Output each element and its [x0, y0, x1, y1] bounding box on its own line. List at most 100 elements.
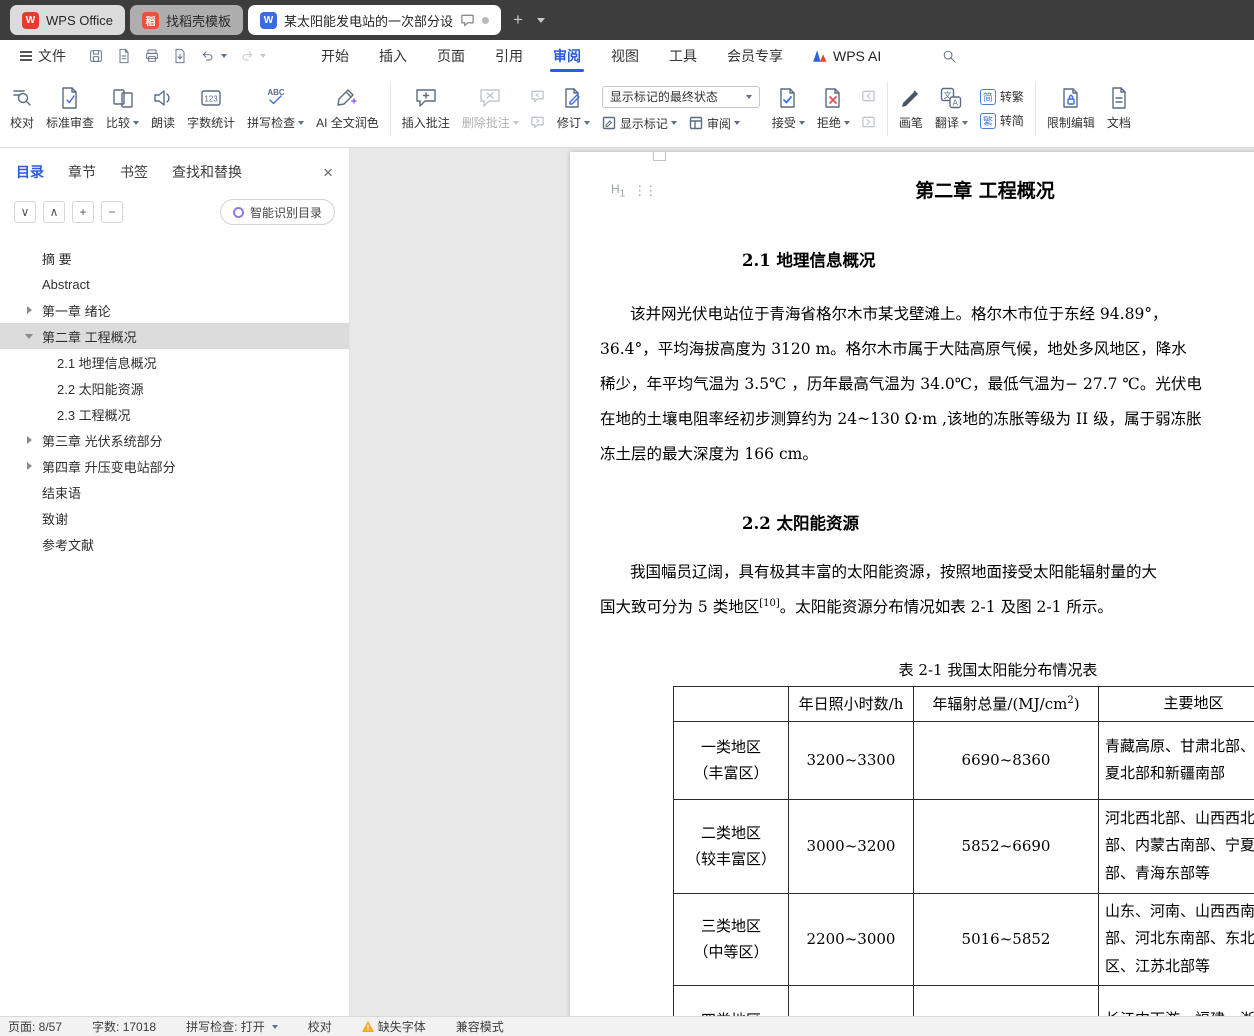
tab-member[interactable]: 会员专享 [712, 40, 798, 72]
document-tools-button-clipped[interactable]: 文档 [1101, 77, 1137, 141]
word-count-indicator[interactable]: 字数: 17018 [92, 1018, 156, 1035]
proofread-button[interactable]: 校对 [4, 77, 40, 141]
print-button[interactable] [138, 48, 166, 64]
revision-button[interactable]: 修订 [551, 77, 596, 141]
previous-comment-button[interactable] [528, 87, 548, 105]
outline-item-conclusion[interactable]: 结束语 [0, 479, 349, 505]
spell-check-button[interactable]: ABC 拼写检查 [241, 77, 310, 141]
document-page[interactable]: H1 ⋮⋮ 第二章 工程概况 2.1 地理信息概况 该并网光伏电站位于青海省格尔… [570, 152, 1254, 1016]
restrict-edit-button[interactable]: 限制编辑 [1041, 77, 1101, 141]
demote-button[interactable]: − [101, 201, 123, 223]
markup-options-group: 显示标记的最终状态 显示标记 审阅 [596, 85, 766, 132]
comment-bubble-icon[interactable] [460, 13, 475, 27]
expand-all-button[interactable]: ∧ [43, 201, 65, 223]
sidebar-close-button[interactable]: × [323, 164, 333, 181]
paragraph-line: 国大致可分为 5 类地区[10]。太阳能资源分布情况如表 2-1 及图 2-1 … [600, 597, 1113, 616]
markup-state-select[interactable]: 显示标记的最终状态 [601, 85, 760, 108]
tab-document-active[interactable]: W 某太阳能发电站的一次部分设 [247, 5, 501, 35]
insert-comment-button[interactable]: 插入批注 [396, 77, 456, 141]
outline-item-abstract-cn[interactable]: 摘 要 [0, 245, 349, 271]
translate-icon: 文A [941, 87, 962, 109]
chevron-right-icon[interactable] [27, 462, 32, 470]
outline-item-chapter1[interactable]: 第一章 绪论 [0, 297, 349, 323]
tab-docer-templates[interactable]: 稻 找稻壳模板 [129, 5, 243, 35]
print-preview-button[interactable] [110, 48, 138, 64]
next-comment-button[interactable] [528, 113, 548, 131]
page-indicator[interactable]: 页面: 8/57 [8, 1018, 62, 1035]
missing-font-warning[interactable]: 缺失字体 [361, 1018, 426, 1035]
outline-item-abstract-en[interactable]: Abstract [0, 271, 349, 297]
outline-item-2-1[interactable]: 2.1 地理信息概况 [0, 349, 349, 375]
chevron-right-icon[interactable] [27, 436, 32, 444]
to-simplified-button[interactable]: 繁 转简 [979, 112, 1024, 129]
compare-button[interactable]: 比较 [100, 77, 145, 141]
tab-docer-label: 找稻壳模板 [165, 13, 231, 29]
proofread-status[interactable]: 校对 [308, 1018, 332, 1035]
table-row: 三类地区 （中等区） 2200~3000 5016~5852 山东、河南、山西西… [673, 892, 1254, 986]
chevron-right-icon[interactable] [27, 306, 32, 314]
cell-areas: 青藏高原、甘肃北部、宁夏北部和新疆南部 [1098, 720, 1254, 800]
sidebar-toolbar: ∨ ∧ + − 智能识别目录 [0, 192, 349, 235]
chevron-down-icon[interactable] [25, 333, 33, 339]
tab-list-button[interactable] [530, 17, 552, 23]
promote-button[interactable]: + [72, 201, 94, 223]
outline-item-acknowledgement[interactable]: 致谢 [0, 505, 349, 531]
export-pdf-button[interactable] [166, 48, 194, 64]
redo-button[interactable] [233, 48, 272, 64]
next-revision-button[interactable] [859, 113, 879, 131]
outline-item-chapter2[interactable]: 第二章 工程概况 [0, 323, 349, 349]
tab-tools[interactable]: 工具 [654, 40, 712, 72]
document-canvas[interactable]: H1 ⋮⋮ 第二章 工程概况 2.1 地理信息概况 该并网光伏电站位于青海省格尔… [350, 148, 1254, 1016]
spellcheck-toggle[interactable]: 拼写检查: 打开 [186, 1018, 278, 1035]
undo-icon [202, 51, 213, 61]
tab-reference[interactable]: 引用 [480, 40, 538, 72]
tab-insert[interactable]: 插入 [364, 40, 422, 72]
search-button[interactable] [941, 48, 958, 65]
word-count-button[interactable]: 123 字数统计 [181, 77, 241, 141]
document-tools-icon [1112, 87, 1126, 109]
tab-page[interactable]: 页面 [422, 40, 480, 72]
translate-button[interactable]: 文A 翻译 [929, 77, 974, 141]
undo-button[interactable] [194, 48, 233, 64]
collapse-all-button[interactable]: ∨ [14, 201, 36, 223]
previous-revision-button[interactable] [859, 87, 879, 105]
outline-item-chapter3[interactable]: 第三章 光伏系统部分 [0, 427, 349, 453]
main-area: 目录 章节 书签 查找和替换 × ∨ ∧ + − 智能识别目录 摘 要 Abst… [0, 148, 1254, 1016]
document-icon [119, 48, 129, 64]
outline-tree: 摘 要 Abstract 第一章 绪论 第二章 工程概况 2.1 地理信息概况 … [0, 235, 349, 557]
outline-item-references[interactable]: 参考文献 [0, 531, 349, 557]
save-button[interactable] [82, 48, 110, 64]
compare-icon [112, 89, 133, 108]
delete-comment-button[interactable]: 删除批注 [456, 77, 525, 141]
standard-review-icon [62, 87, 77, 109]
next-comment-icon [531, 116, 545, 128]
standard-review-button[interactable]: 标准审查 [40, 77, 100, 141]
reject-button[interactable]: 拒绝 [811, 77, 856, 141]
wps-ai-button[interactable]: WPS AI [798, 48, 895, 64]
read-aloud-button[interactable]: 朗读 [145, 77, 181, 141]
review-panel-button[interactable]: 审阅 [689, 115, 740, 132]
outline-item-2-2[interactable]: 2.2 太阳能资源 [0, 375, 349, 401]
tab-view[interactable]: 视图 [596, 40, 654, 72]
sidebar-tab-bookmarks[interactable]: 书签 [120, 162, 148, 182]
outline-item-chapter4[interactable]: 第四章 升压变电站部分 [0, 453, 349, 479]
show-markup-button[interactable]: 显示标记 [602, 115, 677, 132]
brush-button[interactable]: 画笔 [893, 77, 929, 141]
ai-polish-button[interactable]: AI 全文润色 [310, 77, 385, 141]
to-traditional-button[interactable]: 简 转繁 [979, 88, 1024, 105]
file-menu-button[interactable]: 文件 [10, 46, 76, 66]
smart-recognize-toc-button[interactable]: 智能识别目录 [219, 199, 335, 225]
paragraph-line: 该并网光伏电站位于青海省格尔木市某戈壁滩上。格尔木市位于东经 94.89°， [630, 305, 1168, 323]
compat-mode-indicator[interactable]: 兼容模式 [456, 1018, 504, 1035]
page-margin-marker [653, 152, 666, 161]
tab-home[interactable]: 开始 [306, 40, 364, 72]
accept-button[interactable]: 接受 [766, 77, 811, 141]
outline-item-2-3[interactable]: 2.3 工程概况 [0, 401, 349, 427]
sidebar-tab-toc[interactable]: 目录 [16, 162, 44, 182]
sidebar-tab-find-replace[interactable]: 查找和替换 [172, 162, 242, 182]
tab-review[interactable]: 审阅 [538, 40, 596, 72]
sidebar-tab-chapters[interactable]: 章节 [68, 162, 96, 182]
tab-wps-home[interactable]: W WPS Office [10, 5, 125, 35]
new-tab-button[interactable]: + [506, 10, 530, 30]
accept-icon [780, 88, 796, 108]
